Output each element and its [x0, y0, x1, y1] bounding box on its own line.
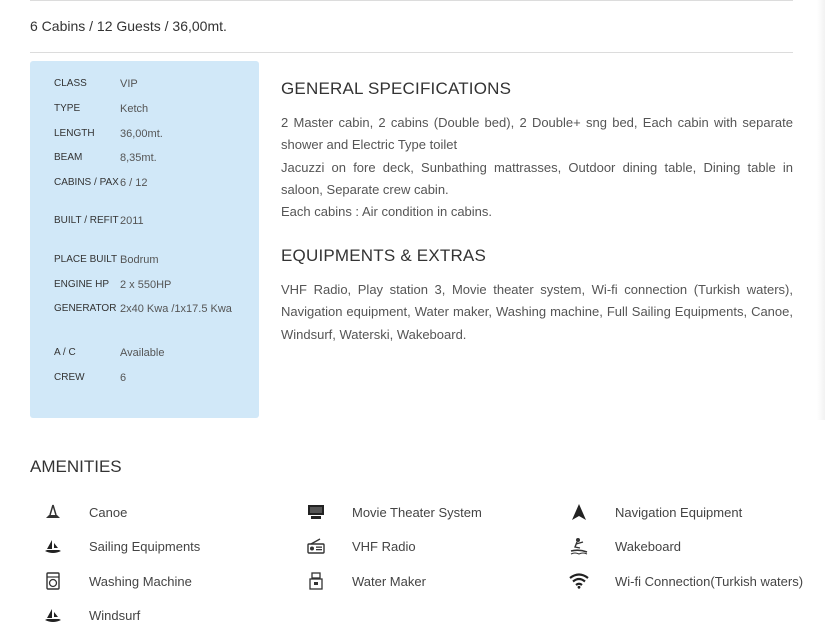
spec-value: 6 / 12 [120, 177, 148, 189]
amenity-label: Canoe [89, 504, 128, 520]
general-specs-para-2: Jacuzzi on fore deck, Sunbathing mattras… [281, 159, 793, 197]
amenity-label: Windsurf [89, 607, 141, 623]
amenity-label: Navigation Equipment [615, 504, 743, 520]
spec-row-ac: A / C Available [54, 345, 250, 363]
spec-value: 8,35mt. [120, 152, 157, 164]
spec-label: BEAM [54, 152, 83, 163]
amenity-label: Washing Machine [89, 573, 192, 589]
yacht-summary: 6 Cabins / 12 Guests / 36,00mt. [30, 18, 227, 34]
spec-label: CLASS [54, 78, 87, 89]
spec-label: PLACE BUILT [54, 254, 118, 265]
amenity-canoe: Canoe [42, 502, 127, 522]
amenity-label: Water Maker [352, 573, 426, 589]
general-specs-text: 2 Master cabin, 2 cabins (Double bed), 2… [281, 112, 793, 223]
general-specifications-title: GENERAL SPECIFICATIONS [281, 79, 512, 98]
spec-row-beam: BEAM 8,35mt. [54, 150, 250, 168]
amenity-navigation: Navigation Equipment [568, 502, 742, 522]
wakeboard-icon [568, 537, 590, 555]
spec-row-class: CLASS VIP [54, 76, 250, 94]
windsurf-icon [42, 606, 64, 624]
spec-row-engine-hp: ENGINE HP 2 x 550HP [54, 277, 250, 295]
spec-row-type: TYPE Ketch [54, 101, 250, 119]
amenity-label: Wi-fi Connection(Turkish waters) [615, 573, 804, 589]
spec-row-crew: CREW 6 [54, 370, 250, 388]
equipments-text: VHF Radio, Play station 3, Movie theater… [281, 282, 793, 342]
water-maker-icon [305, 572, 327, 590]
amenity-movie-theater: Movie Theater System [305, 502, 482, 522]
equipments-extras-title: EQUIPMENTS & EXTRAS [281, 246, 487, 265]
spec-label: TYPE [54, 103, 81, 114]
navigation-icon [568, 503, 590, 521]
movie-theater-icon [305, 503, 327, 521]
amenities-title: AMENITIES [30, 457, 122, 476]
spec-label: A / C [54, 347, 76, 358]
amenity-wakeboard: Wakeboard [568, 536, 681, 556]
radio-icon [305, 537, 327, 555]
scroll-shadow [817, 0, 825, 420]
spec-label: CABINS / PAX [54, 177, 119, 188]
top-divider [30, 0, 793, 1]
sailing-icon [42, 537, 64, 555]
amenity-label: Movie Theater System [352, 504, 482, 520]
spec-row-cabins-pax: CABINS / PAX 6 / 12 [54, 175, 250, 193]
spec-value: 6 [120, 372, 127, 384]
spec-row-built-refit: BUILT / REFIT 2011 [54, 213, 250, 231]
spec-value: VIP [120, 78, 138, 90]
amenity-water-maker: Water Maker [305, 571, 426, 591]
amenity-vhf-radio: VHF Radio [305, 536, 416, 556]
spec-value: Ketch [120, 103, 149, 115]
spec-value: 2 x 550HP [120, 279, 172, 291]
spec-value: 2x40 Kwa /1x17.5 Kwa [120, 303, 232, 315]
general-specs-para-1: 2 Master cabin, 2 cabins (Double bed), 2… [281, 115, 793, 153]
spec-value: 2011 [120, 215, 144, 227]
summary-divider [30, 52, 793, 53]
amenity-washing-machine: Washing Machine [42, 571, 192, 591]
spec-row-generator: GENERATOR 2x40 Kwa /1x17.5 Kwa [54, 301, 250, 319]
spec-label: ENGINE HP [54, 279, 110, 290]
wifi-icon [568, 572, 590, 590]
amenity-wifi: Wi-fi Connection(Turkish waters) [568, 571, 803, 591]
washing-machine-icon [42, 572, 64, 590]
amenity-sailing: Sailing Equipments [42, 536, 200, 556]
spec-row-length: LENGTH 36,00mt. [54, 126, 250, 144]
spec-row-place-built: PLACE BUILT Bodrum [54, 252, 250, 270]
spec-value: Bodrum [120, 254, 159, 266]
general-specs-para-3: Each cabins : Air condition in cabins. [281, 204, 493, 220]
amenity-label: VHF Radio [352, 538, 416, 554]
spec-value: 36,00mt. [120, 128, 163, 140]
spec-panel: CLASS VIP TYPE Ketch LENGTH 36,00mt. BEA… [30, 61, 259, 418]
amenity-label: Wakeboard [615, 538, 681, 554]
spec-label: LENGTH [54, 128, 95, 139]
spec-label: BUILT / REFIT [54, 215, 119, 226]
amenity-windsurf: Windsurf [42, 605, 140, 625]
canoe-icon [42, 503, 64, 521]
spec-label: GENERATOR [54, 303, 117, 314]
spec-value: Available [120, 347, 165, 359]
spec-label: CREW [54, 372, 85, 383]
amenity-label: Sailing Equipments [89, 538, 201, 554]
